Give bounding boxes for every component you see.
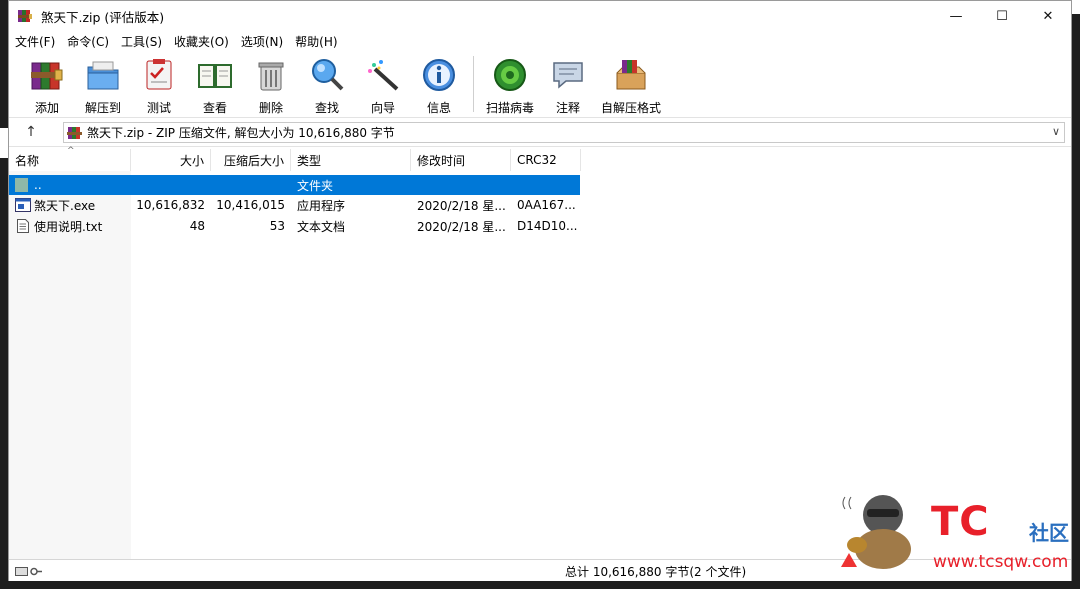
column-header-name-label: 名称 bbox=[15, 153, 40, 168]
info-button[interactable]: 信息 bbox=[411, 52, 467, 116]
virus-scan-label: 扫描病毒 bbox=[485, 101, 534, 115]
file-packed-size: 10,416,015 bbox=[216, 198, 285, 212]
find-button[interactable]: 查找 bbox=[299, 52, 355, 116]
toolbar-separator bbox=[473, 56, 474, 112]
watermark-community: 社区 bbox=[1029, 521, 1069, 545]
folder-up-icon bbox=[15, 178, 28, 192]
table-row[interactable]: 煞天下.exe 10,616,832 10,416,015 应用程序 2020/… bbox=[9, 195, 580, 215]
file-name: 使用说明.txt bbox=[34, 219, 103, 234]
menu-favorites[interactable]: 收藏夹(O) bbox=[168, 33, 235, 50]
wizard-label: 向导 bbox=[370, 101, 395, 115]
comment-button[interactable]: 注释 bbox=[540, 52, 596, 116]
desktop-edge-fragment bbox=[1072, 0, 1080, 14]
extract-to-label: 解压到 bbox=[84, 101, 121, 115]
mascot-logo-icon bbox=[841, 495, 911, 569]
close-button[interactable]: ✕ bbox=[1025, 1, 1071, 31]
winrar-window: 煞天下.zip (评估版本) — ☐ ✕ 文件(F) 命令(C) 工具(S) 收… bbox=[8, 0, 1072, 581]
column-header-crc-label: CRC32 bbox=[517, 153, 557, 167]
add-books-icon bbox=[31, 62, 63, 89]
column-header-name[interactable]: 名称 ^ bbox=[9, 146, 131, 171]
menu-options[interactable]: 选项(N) bbox=[235, 33, 289, 50]
test-clipboard-icon bbox=[146, 58, 172, 89]
menu-commands[interactable]: 命令(C) bbox=[61, 33, 115, 50]
file-crc: D14D10... bbox=[517, 219, 578, 233]
file-name: 煞天下.exe bbox=[34, 198, 96, 213]
menu-help[interactable]: 帮助(H) bbox=[289, 33, 343, 50]
file-type: 文件夹 bbox=[297, 178, 334, 193]
info-label: 信息 bbox=[426, 101, 451, 115]
wizard-button[interactable]: 向导 bbox=[355, 52, 411, 116]
info-icon bbox=[423, 58, 455, 91]
test-label: 测试 bbox=[146, 101, 171, 115]
up-arrow-icon[interactable]: ↑ bbox=[19, 121, 43, 143]
file-type: 应用程序 bbox=[297, 198, 346, 213]
extract-folder-icon bbox=[87, 61, 119, 89]
watermark-url: www.tcsqw.com bbox=[933, 552, 1069, 572]
maximize-button[interactable]: ☐ bbox=[979, 1, 1025, 31]
view-label: 查看 bbox=[202, 101, 227, 115]
view-book-icon bbox=[198, 63, 232, 88]
delete-label: 删除 bbox=[258, 101, 283, 115]
table-row[interactable]: .. 文件夹 bbox=[9, 175, 580, 195]
file-modified: 2020/2/18 星... bbox=[417, 198, 506, 213]
status-text: 总计 10,616,880 字节(2 个文件) bbox=[565, 565, 747, 579]
table-row[interactable]: 使用说明.txt 48 53 文本文档 2020/2/18 星... D14D1… bbox=[9, 216, 580, 236]
title-bar[interactable]: 煞天下.zip (评估版本) — ☐ ✕ bbox=[9, 1, 1071, 31]
comment-icon bbox=[553, 61, 583, 89]
column-header-modified-label: 修改时间 bbox=[417, 153, 466, 168]
find-label: 查找 bbox=[314, 101, 339, 115]
watermark-brand: TC bbox=[931, 499, 990, 545]
file-packed-size: 53 bbox=[269, 219, 285, 233]
txt-file-icon bbox=[17, 219, 29, 233]
file-size: 10,616,832 bbox=[136, 198, 205, 212]
add-label: 添加 bbox=[34, 101, 59, 115]
menu-tools[interactable]: 工具(S) bbox=[115, 33, 168, 50]
menu-bar: 文件(F) 命令(C) 工具(S) 收藏夹(O) 选项(N) 帮助(H) bbox=[9, 31, 1071, 51]
menu-file[interactable]: 文件(F) bbox=[9, 33, 61, 50]
file-type: 文本文档 bbox=[297, 219, 346, 234]
file-size: 48 bbox=[189, 219, 205, 233]
window-title: 煞天下.zip (评估版本) bbox=[41, 9, 165, 25]
drive-key-icon[interactable] bbox=[15, 565, 43, 577]
file-name: .. bbox=[34, 178, 42, 192]
watermark: TC 社区 www.tcsqw.com bbox=[831, 489, 1071, 579]
chevron-down-icon[interactable]: ∨ bbox=[1052, 125, 1060, 138]
virus-scan-icon bbox=[494, 58, 526, 91]
address-bar[interactable]: 煞天下.zip - ZIP 压缩文件, 解包大小为 10,616,880 字节 … bbox=[63, 122, 1065, 143]
minimize-button[interactable]: — bbox=[933, 1, 979, 31]
address-row: ↑ 煞天下.zip - ZIP 压缩文件, 解包大小为 10,616,880 字… bbox=[9, 117, 1071, 147]
file-modified: 2020/2/18 星... bbox=[417, 219, 506, 234]
sfx-label: 自解压格式 bbox=[600, 101, 661, 115]
comment-label: 注释 bbox=[555, 101, 580, 115]
trash-bin-icon bbox=[258, 62, 284, 90]
column-header-packed[interactable]: 压缩后大小 bbox=[211, 149, 291, 171]
sfx-button[interactable]: 自解压格式 bbox=[596, 52, 666, 116]
sort-ascending-icon: ^ bbox=[67, 146, 75, 156]
virus-scan-button[interactable]: 扫描病毒 bbox=[480, 52, 540, 116]
exe-file-icon bbox=[15, 198, 31, 212]
address-text: 煞天下.zip - ZIP 压缩文件, 解包大小为 10,616,880 字节 bbox=[87, 126, 395, 140]
sfx-box-icon bbox=[616, 59, 646, 89]
archive-icon bbox=[67, 126, 82, 139]
view-button[interactable]: 查看 bbox=[187, 52, 243, 116]
toolbar: 添加 解压到 测试 查看 删除 查找 向导 信息 扫描病毒 注释 自解压格式 bbox=[9, 52, 1071, 116]
desktop-edge-fragment bbox=[0, 128, 8, 158]
column-header-size[interactable]: 大小 bbox=[131, 149, 211, 171]
column-header-size-label: 大小 bbox=[179, 153, 204, 168]
file-crc: 0AA167... bbox=[517, 198, 576, 212]
column-header-type[interactable]: 类型 bbox=[291, 149, 411, 171]
column-header-type-label: 类型 bbox=[297, 153, 322, 168]
column-header-packed-label: 压缩后大小 bbox=[223, 153, 284, 168]
column-header-modified[interactable]: 修改时间 bbox=[411, 149, 511, 171]
magnifier-icon bbox=[312, 58, 344, 90]
extract-to-button[interactable]: 解压到 bbox=[75, 52, 131, 116]
winrar-app-icon bbox=[18, 10, 32, 22]
delete-button[interactable]: 删除 bbox=[243, 52, 299, 116]
test-button[interactable]: 测试 bbox=[131, 52, 187, 116]
wizard-wand-icon bbox=[368, 59, 399, 90]
column-header-crc[interactable]: CRC32 bbox=[511, 149, 581, 171]
add-button[interactable]: 添加 bbox=[19, 52, 75, 116]
